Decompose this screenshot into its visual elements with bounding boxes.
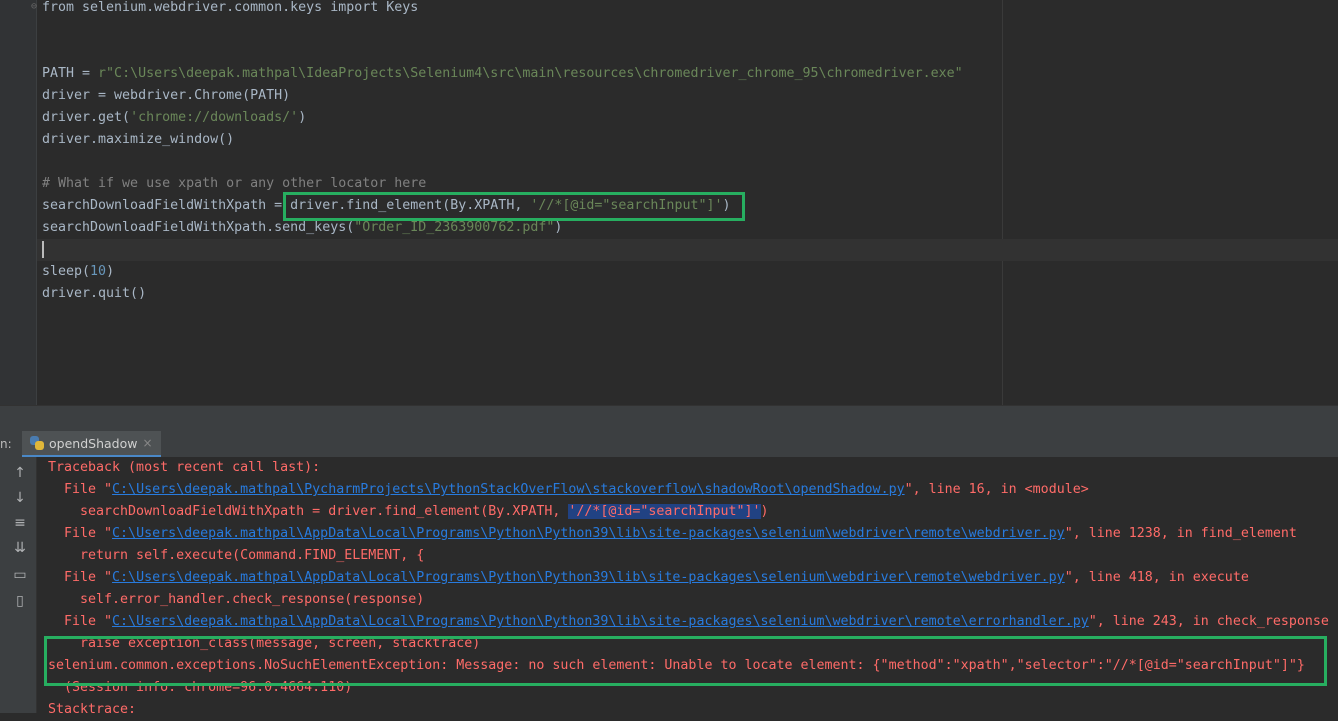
file-suffix: ", line 16, in <module>	[904, 482, 1089, 497]
selected-xpath: '//*[@id="searchInput"]'	[568, 504, 761, 519]
code-line-quit: driver.quit()	[42, 283, 146, 305]
send-keys-close: )	[554, 220, 563, 235]
highlight-box-find-element	[283, 192, 745, 221]
right-margin-guide	[1002, 0, 1003, 405]
stacktrace-label: Stacktrace:	[48, 702, 137, 717]
panel-divider[interactable]	[0, 405, 1338, 432]
soft-wrap-icon[interactable]: ≡	[12, 515, 28, 531]
code-line-path: PATH = r"C:\Users\deepak.mathpal\IdeaPro…	[42, 63, 963, 85]
get-close: )	[298, 110, 307, 125]
editor-gutter[interactable]: ⊖	[0, 0, 37, 405]
comment-text: # What if we use xpath or any other loca…	[42, 176, 427, 191]
tab-opendshadow[interactable]: opendShadow ×	[22, 431, 161, 457]
code-prefix: searchDownloadFieldWithXpath = driver.fi…	[48, 504, 569, 519]
import-statement: from selenium.webdriver.common.keys impo…	[42, 0, 419, 15]
highlight-box-exception	[44, 636, 1327, 686]
get-url-string: 'chrome://downloads/'	[130, 110, 299, 125]
sleep-number: 10	[90, 264, 107, 279]
file-suffix: ", line 243, in check_response	[1088, 614, 1329, 629]
file-prefix: File "	[48, 526, 113, 541]
python-file-icon	[30, 436, 44, 450]
traceback-file-1: File "C:\Users\deepak.mathpal\PycharmPro…	[48, 479, 1089, 501]
get-call: driver.get(	[42, 110, 131, 125]
code-line-empty-caret	[42, 239, 44, 261]
run-tool-window-header: n: opendShadow ×	[0, 431, 1338, 458]
run-label: n:	[0, 437, 12, 451]
filename-string: "Order_ID_2363900762.pdf"	[354, 220, 555, 235]
print-icon[interactable]: ▭	[12, 567, 28, 583]
code-line-import: from selenium.webdriver.common.keys impo…	[42, 0, 418, 19]
quit-call: driver.quit()	[42, 286, 147, 301]
code-line-driver-init: driver = webdriver.Chrome(PATH)	[42, 85, 290, 107]
file-suffix: ", line 418, in execute	[1064, 570, 1249, 585]
traceback-header: Traceback (most recent call last):	[48, 460, 321, 475]
path-string: r"C:\Users\deepak.mathpal\IdeaProjects\S…	[98, 66, 963, 81]
file-link-3[interactable]: C:\Users\deepak.mathpal\AppData\Local\Pr…	[112, 570, 1065, 585]
current-line-highlight	[37, 239, 1338, 261]
file-prefix: File "	[48, 614, 113, 629]
traceback-file-4: File "C:\Users\deepak.mathpal\AppData\Lo…	[48, 611, 1329, 633]
traceback-code-2: return self.execute(Command.FIND_ELEMENT…	[48, 548, 425, 563]
sleep-call: sleep(	[42, 264, 91, 279]
tab-label: opendShadow	[49, 435, 138, 451]
code-suffix: )	[760, 504, 769, 519]
fold-marker-icon[interactable]: ⊖	[31, 1, 37, 12]
maximize-call: driver.maximize_window()	[42, 132, 235, 147]
code-line-maximize: driver.maximize_window()	[42, 129, 234, 151]
traceback-file-2: File "C:\Users\deepak.mathpal\AppData\Lo…	[48, 523, 1297, 545]
file-link-1[interactable]: C:\Users\deepak.mathpal\PycharmProjects\…	[112, 482, 905, 497]
close-icon[interactable]: ×	[142, 436, 152, 450]
arrow-up-icon[interactable]: ↑	[12, 465, 28, 481]
file-prefix: File "	[48, 482, 113, 497]
path-assign: PATH =	[42, 66, 99, 81]
trash-icon[interactable]: ▯	[12, 593, 28, 609]
arrow-down-icon[interactable]: ↓	[12, 490, 28, 506]
text-caret	[42, 240, 44, 258]
file-link-2[interactable]: C:\Users\deepak.mathpal\AppData\Local\Pr…	[112, 526, 1065, 541]
driver-init: driver = webdriver.Chrome(PATH)	[42, 88, 291, 103]
find-assign: searchDownloadFieldWithXpath =	[42, 198, 291, 213]
code-line-sleep: sleep(10)	[42, 261, 114, 283]
send-keys-call: searchDownloadFieldWithXpath.send_keys(	[42, 220, 355, 235]
scroll-to-end-icon[interactable]: ⇊	[12, 540, 28, 556]
traceback-code-1: searchDownloadFieldWithXpath = driver.fi…	[48, 501, 769, 523]
file-suffix: ", line 1238, in find_element	[1064, 526, 1297, 541]
file-prefix: File "	[48, 570, 113, 585]
code-line-get: driver.get('chrome://downloads/')	[42, 107, 306, 129]
sleep-close: )	[106, 264, 115, 279]
traceback-file-3: File "C:\Users\deepak.mathpal\AppData\Lo…	[48, 567, 1249, 589]
code-editor[interactable]: ⊖ from selenium.webdriver.common.keys im…	[0, 0, 1338, 405]
console-toolbar: ↑ ↓ ≡ ⇊ ▭ ▯	[0, 457, 37, 713]
traceback-code-3: self.error_handler.check_response(respon…	[48, 592, 425, 607]
file-link-4[interactable]: C:\Users\deepak.mathpal\AppData\Local\Pr…	[112, 614, 1089, 629]
